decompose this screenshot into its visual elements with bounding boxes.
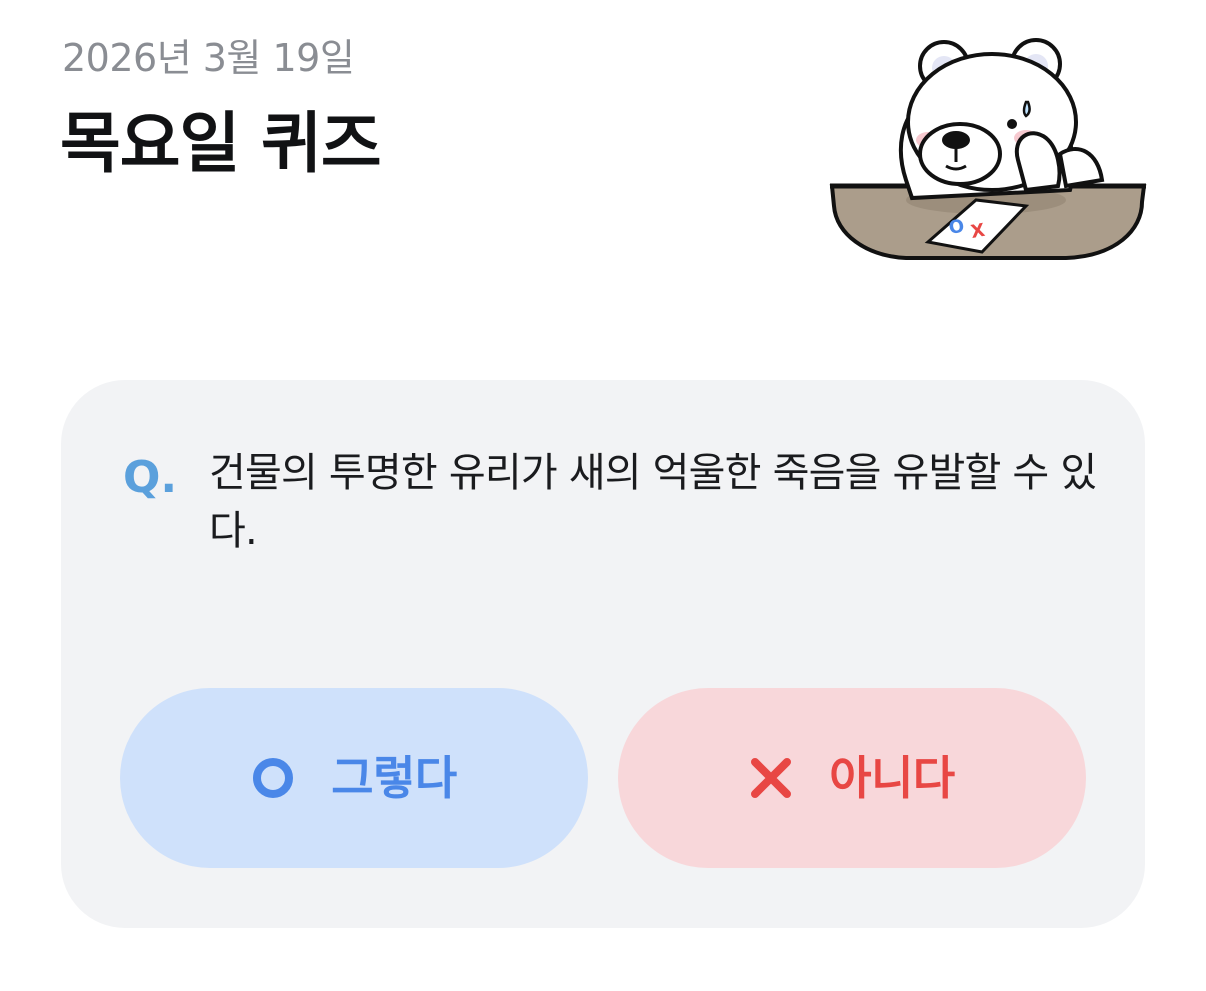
circle-o-icon bbox=[251, 756, 295, 800]
quiz-card: Q. 건물의 투명한 유리가 새의 억울한 죽음을 유발할 수 있다. 그렇다 … bbox=[61, 380, 1145, 928]
answer-yes-button[interactable]: 그렇다 bbox=[120, 688, 588, 868]
question-marker: Q. bbox=[123, 452, 178, 503]
page-title: 목요일 퀴즈 bbox=[60, 105, 382, 182]
answer-no-button[interactable]: 아니다 bbox=[618, 688, 1086, 868]
answer-yes-label: 그렇다 bbox=[331, 751, 457, 805]
question-text: 건물의 투명한 유리가 새의 억울한 죽음을 유발할 수 있다. bbox=[209, 450, 1097, 554]
date-label: 2026년 3월 19일 bbox=[62, 36, 355, 80]
polar-bear-mascot-icon: O X bbox=[829, 38, 1147, 260]
answer-no-label: 아니다 bbox=[829, 751, 955, 805]
x-mark-icon bbox=[749, 756, 793, 800]
